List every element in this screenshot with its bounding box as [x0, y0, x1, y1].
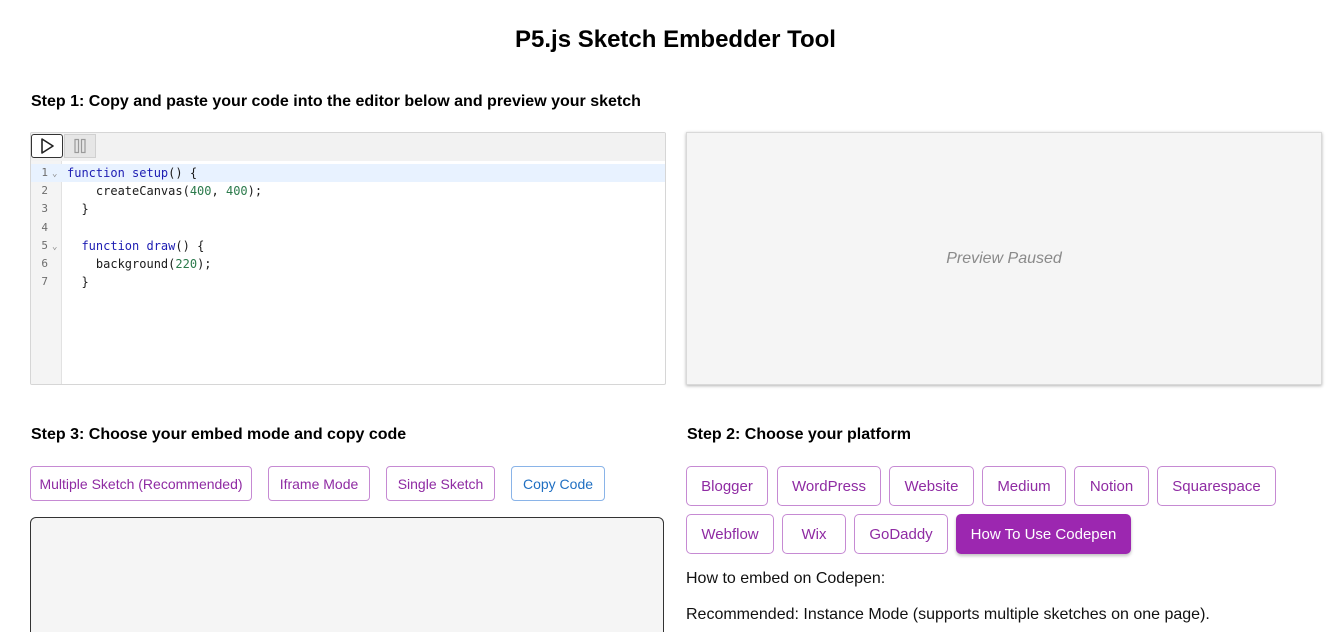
- line-number: 5: [41, 238, 48, 252]
- pause-button[interactable]: [64, 134, 96, 158]
- code-line[interactable]: 1 ⌄ function setup() {: [31, 164, 665, 183]
- code-editor[interactable]: 1 ⌄ function setup() { 2 createCanvas(40…: [30, 132, 666, 385]
- code-line[interactable]: 5 ⌄ function draw() {: [31, 237, 665, 255]
- code-line[interactable]: 7 }: [31, 273, 665, 291]
- play-button[interactable]: [31, 134, 63, 158]
- platform-info-recommended: Recommended: Instance Mode (supports mul…: [686, 606, 1210, 623]
- copy-code-button[interactable]: Copy Code: [511, 466, 605, 501]
- step2-heading: Step 2: Choose your platform: [687, 426, 912, 443]
- platform-blogger-button[interactable]: Blogger: [686, 466, 768, 506]
- fold-chevron-icon[interactable]: ⌄: [52, 165, 57, 183]
- code-line[interactable]: 2 createCanvas(400, 400);: [31, 182, 665, 200]
- code-text: }: [67, 202, 89, 217]
- line-number: 7: [41, 275, 48, 289]
- page-title: P5.js Sketch Embedder Tool: [515, 26, 836, 53]
- page: P5.js Sketch Embedder Tool Step 1: Copy …: [0, 0, 1341, 632]
- code-text: function setup() {: [67, 166, 198, 180]
- editor-toolbar: [31, 133, 665, 161]
- platform-wordpress-button[interactable]: WordPress: [777, 466, 881, 506]
- pause-icon: [74, 138, 86, 154]
- platform-webflow-button[interactable]: Webflow: [686, 514, 774, 554]
- code-text: function draw() {: [67, 238, 205, 253]
- embed-code-output[interactable]: [30, 517, 664, 632]
- play-icon: [41, 138, 54, 154]
- iframe-mode-button[interactable]: Iframe Mode: [268, 466, 370, 501]
- fold-chevron-icon[interactable]: ⌄: [52, 238, 57, 256]
- code-text: }: [67, 275, 89, 290]
- line-number: 2: [41, 184, 48, 198]
- code-line[interactable]: 6 background(220);: [31, 255, 665, 273]
- line-number: 4: [41, 220, 48, 234]
- line-number: 1: [41, 166, 48, 179]
- code-text: createCanvas(400, 400);: [67, 184, 263, 199]
- code-line[interactable]: 4: [31, 219, 665, 237]
- line-number: 3: [41, 202, 48, 216]
- platform-website-button[interactable]: Website: [889, 466, 974, 506]
- single-sketch-button[interactable]: Single Sketch: [386, 466, 495, 501]
- code-text: background(220);: [67, 256, 212, 271]
- preview-status: Preview Paused: [946, 249, 1062, 267]
- platform-wix-button[interactable]: Wix: [782, 514, 846, 554]
- platform-squarespace-button[interactable]: Squarespace: [1157, 466, 1276, 506]
- platform-godaddy-button[interactable]: GoDaddy: [854, 514, 948, 554]
- sketch-preview: Preview Paused: [686, 132, 1322, 385]
- line-number: 6: [41, 256, 48, 270]
- code-lines[interactable]: 1 ⌄ function setup() { 2 createCanvas(40…: [31, 164, 665, 291]
- step3-heading: Step 3: Choose your embed mode and copy …: [31, 426, 407, 443]
- platform-medium-button[interactable]: Medium: [982, 466, 1066, 506]
- code-line[interactable]: 3 }: [31, 200, 665, 218]
- platform-notion-button[interactable]: Notion: [1074, 466, 1149, 506]
- platform-info-title: How to embed on Codepen:: [686, 570, 886, 587]
- step1-heading: Step 1: Copy and paste your code into th…: [31, 93, 641, 110]
- multiple-sketch-button[interactable]: Multiple Sketch (Recommended): [30, 466, 252, 501]
- platform-codepen-button[interactable]: How To Use Codepen: [956, 514, 1131, 554]
